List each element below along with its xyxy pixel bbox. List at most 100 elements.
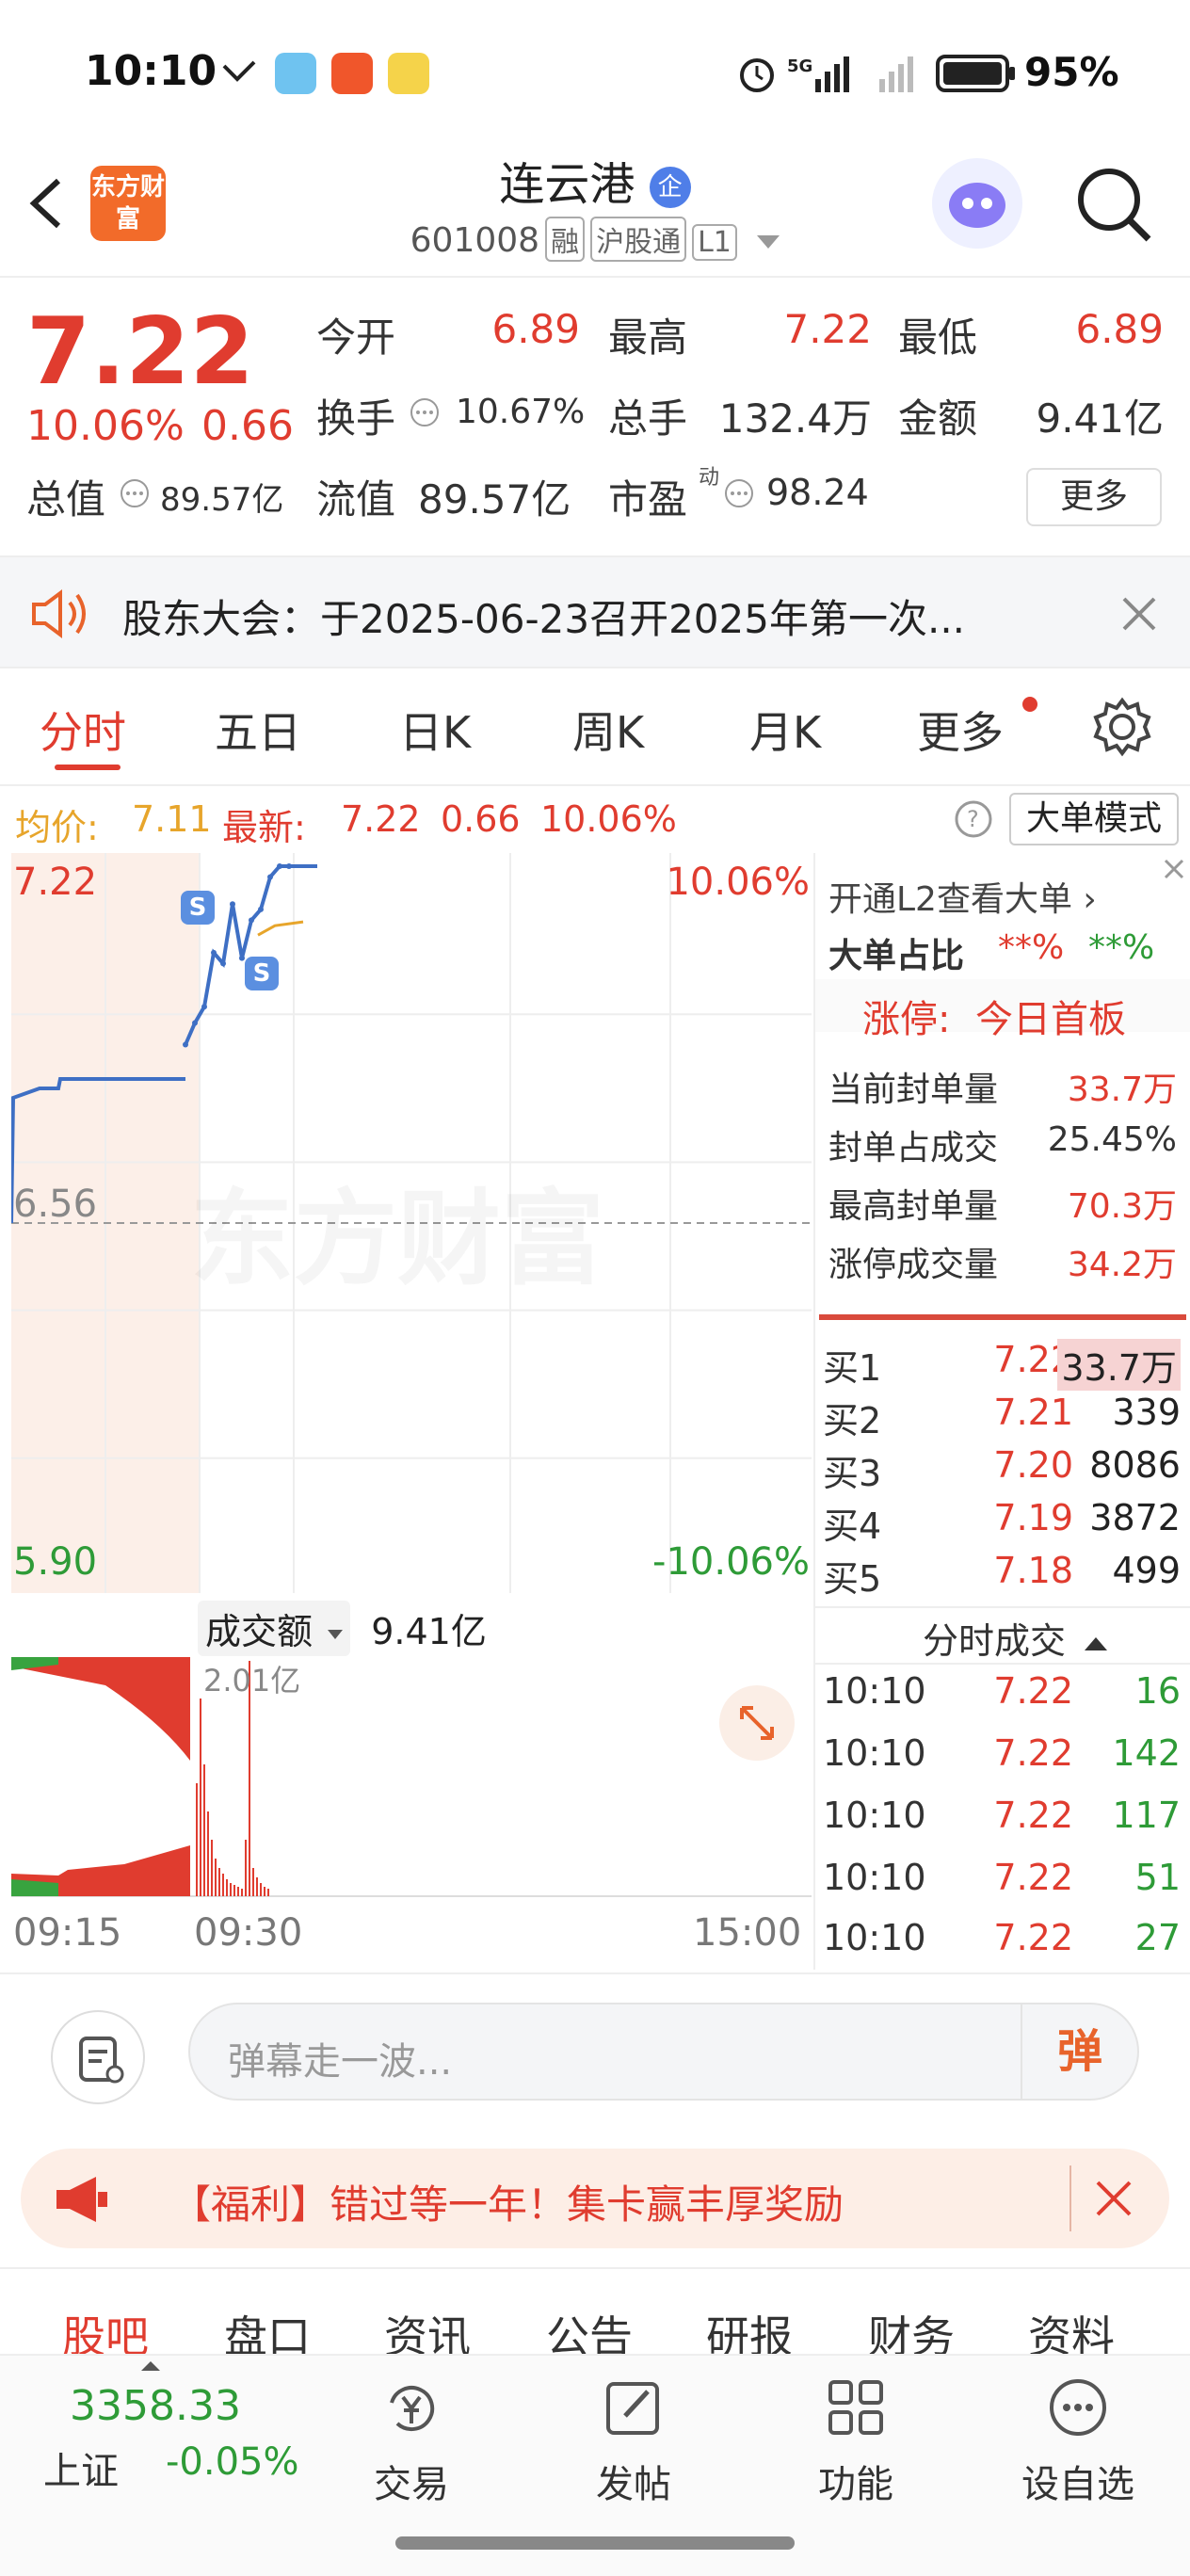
nav-watchlist[interactable]: 设自选: [998, 2375, 1158, 2508]
volume-selector[interactable]: 成交额: [198, 1601, 351, 1656]
order-level: 买2: [823, 1400, 882, 1441]
danmu-placeholder: 弹幕走一波...: [228, 2040, 453, 2084]
price-point: [249, 917, 254, 924]
order-price: 7.21: [993, 1392, 1073, 1433]
time-axis-end: 15:00: [693, 1911, 802, 1955]
battery-icon: [936, 55, 1017, 96]
volume-bar: [256, 1877, 258, 1896]
volume-header: 成交额 9.41亿: [198, 1601, 487, 1656]
amount-label: 金额: [898, 395, 978, 442]
index-value[interactable]: 3358.33: [70, 2382, 241, 2430]
tab-intraday[interactable]: 分时: [40, 699, 126, 761]
volume-bar: [200, 1699, 201, 1896]
info-icon: [723, 477, 755, 513]
price-point: [220, 960, 226, 967]
ticks-header[interactable]: 分时成交: [923, 1612, 1108, 1664]
nav-functions[interactable]: 功能: [776, 2375, 936, 2508]
close-icon[interactable]: [1118, 593, 1160, 638]
tick-volume: 27: [1134, 1917, 1181, 1958]
volume-bar: [237, 1887, 239, 1896]
settings-icon[interactable]: [1092, 697, 1152, 761]
big-order-mode-button[interactable]: 大单模式: [1009, 793, 1179, 845]
danmu-settings-icon[interactable]: [51, 2010, 145, 2104]
svg-text:5G: 5G: [787, 56, 812, 76]
pe-label: 市盈: [608, 476, 688, 523]
order-book-row[interactable]: 买1 7.22 33.7万: [819, 1339, 1186, 1392]
chevron-right-icon: ›: [1071, 880, 1097, 919]
news-app-icon: [331, 53, 373, 94]
volume-bar: [245, 1840, 247, 1896]
order-book-row[interactable]: 买3 7.20 8086: [819, 1444, 1186, 1497]
nav-post[interactable]: 发帖: [554, 2375, 714, 2508]
robot-assistant-icon[interactable]: [932, 158, 1022, 249]
megaphone-icon: [49, 2171, 115, 2231]
more-dots-icon: [998, 2375, 1158, 2444]
order-volume: 339: [1112, 1392, 1181, 1433]
volume-chart[interactable]: 2.01亿: [11, 1657, 812, 1911]
more-button[interactable]: 更多: [1026, 468, 1162, 526]
nav-trade-label: 交易: [374, 2463, 449, 2506]
danmu-input[interactable]: 弹幕走一波... 弹: [188, 2003, 1139, 2101]
stock-name: 连云港: [499, 158, 635, 211]
danmu-bar: 弹幕走一波... 弹: [0, 1972, 1190, 2123]
sort-up-icon: [1085, 1636, 1108, 1650]
price-point: [183, 1041, 188, 1048]
close-icon[interactable]: [1160, 855, 1188, 887]
latest-label: 最新:: [222, 807, 306, 848]
tab-daily-k[interactable]: 日K: [399, 699, 471, 761]
tab-five-day[interactable]: 五日: [215, 699, 301, 761]
index-name[interactable]: 上证: [43, 2440, 119, 2495]
limit-up-label: 涨停:: [862, 998, 951, 1041]
volume-bar: [226, 1879, 228, 1896]
battery-percentage: 95%: [1024, 49, 1119, 95]
tab-more[interactable]: 更多: [917, 699, 1004, 761]
auction-sell-area: [11, 1657, 190, 1761]
tick-time: 10:10: [823, 1857, 926, 1898]
info-icon: [409, 396, 441, 432]
nav-trade[interactable]: 交易: [331, 2375, 491, 2508]
tick-price: 7.22: [993, 1732, 1073, 1774]
volume-value: 132.4万: [718, 395, 872, 442]
notice-bar[interactable]: 股东大会：于2025-06-23召开2025年第一次...: [0, 555, 1190, 668]
limit-up-row: 涨停: 今日首板: [815, 979, 1190, 1041]
notice-text: 股东大会：于2025-06-23召开2025年第一次...: [122, 596, 966, 642]
order-book-row[interactable]: 买5 7.18 499: [819, 1550, 1186, 1602]
avg-line: [257, 920, 304, 937]
pe-superscript: 动: [699, 466, 720, 490]
order-book-row[interactable]: 买2 7.21 339: [819, 1392, 1186, 1444]
weibo-icon: [388, 53, 429, 94]
volume-bar: [267, 1889, 269, 1896]
max-seal-label: 最高封单量: [828, 1187, 999, 1226]
sell-marker-icon[interactable]: S: [245, 957, 279, 990]
nav-watchlist-label: 设自选: [1021, 2463, 1134, 2506]
seal-ratio-value: 25.45%: [1047, 1120, 1177, 1159]
seal-ratio-label: 封单占成交: [828, 1129, 999, 1167]
tab-weekly-k[interactable]: 周K: [572, 699, 644, 761]
open-value: 6.89: [491, 306, 580, 352]
order-volume: 499: [1112, 1550, 1181, 1591]
tick-price: 7.22: [993, 1795, 1073, 1836]
tab-monthly-k[interactable]: 月K: [749, 699, 821, 761]
avg-label: 均价:: [15, 807, 99, 848]
notification-dot: [1022, 697, 1037, 712]
intraday-chart[interactable]: 7.22 6.56 5.90 10.06% -10.06% 东方财富 S S: [11, 853, 812, 1593]
l2-prompt[interactable]: 开通L2查看大单 ›: [828, 872, 1097, 921]
limit-vol-label: 涨停成交量: [828, 1246, 999, 1284]
price-point: [230, 901, 235, 908]
home-indicator[interactable]: [395, 2536, 795, 2550]
danmu-send-button[interactable]: 弹: [1021, 2004, 1137, 2099]
volume-bar: [264, 1887, 265, 1896]
promo-banner[interactable]: 【福利】错过等一年！集卡赢丰厚奖励: [21, 2149, 1169, 2248]
divider: [815, 1606, 1190, 1608]
index-change[interactable]: -0.05%: [166, 2440, 299, 2484]
search-icon[interactable]: [1073, 164, 1154, 249]
order-volume: 3872: [1089, 1497, 1181, 1538]
help-icon[interactable]: ?: [953, 798, 994, 844]
close-icon[interactable]: [1092, 2177, 1135, 2224]
nav-functions-label: 功能: [818, 2463, 893, 2506]
tick-volume: 142: [1112, 1732, 1181, 1774]
order-book-row[interactable]: 买4 7.19 3872: [819, 1497, 1186, 1550]
expand-icon[interactable]: [719, 1685, 795, 1761]
chevron-down-icon: [328, 1629, 344, 1639]
sell-marker-icon[interactable]: S: [181, 891, 215, 925]
